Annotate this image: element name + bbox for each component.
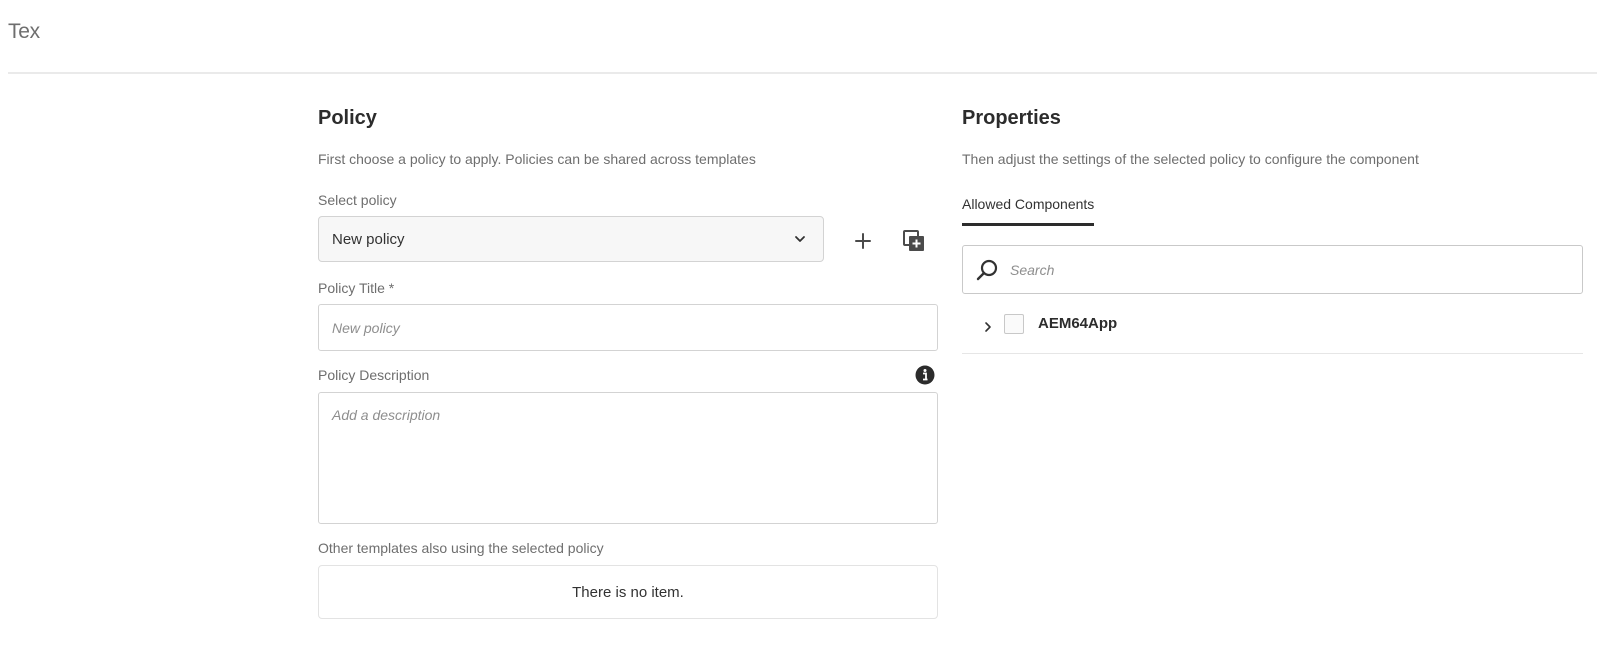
- other-templates-list: There is no item.: [318, 565, 938, 619]
- duplicate-icon: [903, 230, 924, 251]
- other-templates-label: Other templates also using the selected …: [318, 540, 604, 556]
- policy-title-label: Policy Title *: [318, 280, 395, 296]
- components-search-input[interactable]: Search: [962, 245, 1583, 294]
- plus-icon: [855, 233, 871, 249]
- policy-title-input[interactable]: New policy: [318, 304, 938, 351]
- duplicate-policy-button[interactable]: [898, 225, 930, 257]
- page-title: Tex: [8, 20, 40, 43]
- page: Tex Policy First choose a policy to appl…: [0, 0, 1597, 655]
- properties-description-text: Then adjust the settings of the selected…: [962, 151, 1419, 167]
- empty-list-message: There is no item.: [572, 583, 684, 601]
- policy-description-textarea[interactable]: Add a description: [318, 392, 938, 524]
- properties-heading: Properties: [962, 107, 1061, 129]
- chevron-down-icon: [795, 236, 805, 242]
- tab-selected-indicator: [962, 223, 1095, 226]
- search-placeholder: Search: [1010, 262, 1055, 278]
- policy-select-value: New policy: [332, 231, 405, 248]
- policy-description-label: Policy Description: [318, 367, 430, 383]
- add-policy-button[interactable]: [847, 225, 879, 257]
- chevron-right-icon[interactable]: [981, 320, 995, 334]
- policy-description-text: First choose a policy to apply. Policies…: [318, 151, 756, 167]
- tree-item-checkbox[interactable]: [1004, 314, 1024, 334]
- tree-item[interactable]: AEM64App: [962, 305, 1583, 354]
- tab-allowed-components[interactable]: Allowed Components: [962, 196, 1095, 226]
- policy-heading: Policy: [318, 107, 377, 129]
- policy-description-placeholder: Add a description: [332, 407, 441, 423]
- header-divider: [8, 72, 1597, 74]
- policy-select[interactable]: New policy: [318, 216, 824, 262]
- policy-title-placeholder: New policy: [332, 320, 400, 336]
- tree-item-label: AEM64App: [1038, 315, 1118, 332]
- search-icon: [976, 259, 998, 281]
- tab-label: Allowed Components: [962, 196, 1095, 212]
- select-policy-label: Select policy: [318, 192, 397, 208]
- info-icon[interactable]: [915, 365, 935, 385]
